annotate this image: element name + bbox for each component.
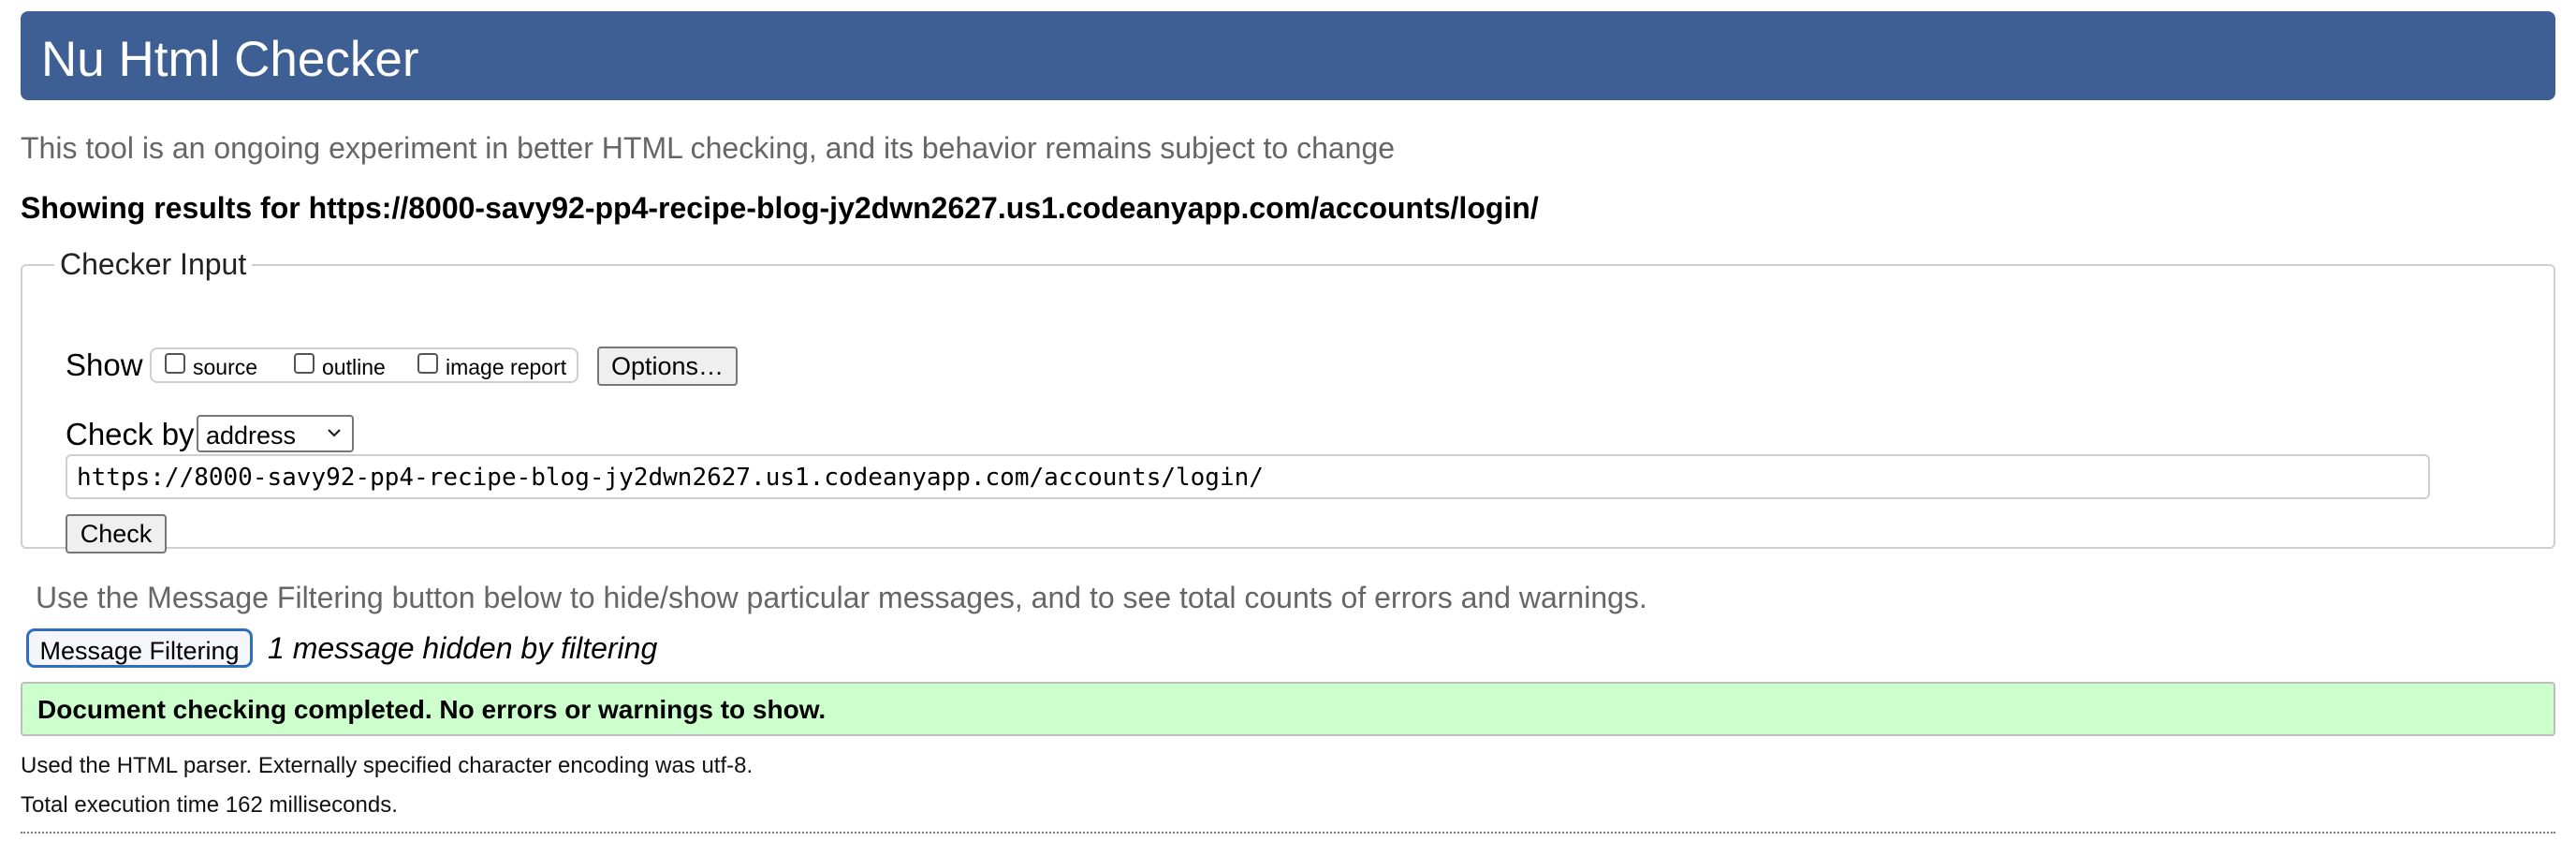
outline-checkbox-label[interactable]: outline bbox=[322, 357, 386, 378]
check-by-select[interactable]: address bbox=[197, 415, 354, 452]
checker-input-fieldset: Checker Input Show source outline image … bbox=[21, 247, 2555, 553]
divider bbox=[21, 832, 2555, 834]
source-checkbox-label[interactable]: source bbox=[193, 357, 257, 378]
success-message-box: Document checking completed. No errors o… bbox=[21, 682, 2555, 736]
success-message: Document checking completed. No errors o… bbox=[37, 695, 827, 724]
url-input[interactable]: https://8000-savy92-pp4-recipe-blog-jy2d… bbox=[66, 454, 2430, 499]
message-filtering-button[interactable]: Message Filtering bbox=[26, 628, 253, 668]
options-button[interactable]: Options… bbox=[597, 347, 738, 386]
tool-description: This tool is an ongoing experiment in be… bbox=[21, 131, 1396, 165]
hidden-messages-note: 1 message hidden by filtering bbox=[268, 631, 658, 665]
check-by-selected-value: address bbox=[206, 421, 297, 450]
parser-info: Used the HTML parser. Externally specifi… bbox=[21, 753, 754, 778]
check-by-label: Check by bbox=[66, 417, 195, 451]
app-header: Nu Html Checker bbox=[21, 11, 2555, 100]
source-checkbox[interactable] bbox=[165, 353, 185, 374]
url-input-value: https://8000-savy92-pp4-recipe-blog-jy2d… bbox=[77, 464, 1264, 492]
image-report-checkbox-label[interactable]: image report bbox=[446, 357, 566, 378]
results-heading: Showing results for https://8000-savy92-… bbox=[21, 191, 1539, 225]
execution-time: Total execution time 162 milliseconds. bbox=[21, 792, 398, 818]
show-label: Show bbox=[66, 347, 143, 382]
check-button[interactable]: Check bbox=[66, 514, 167, 553]
chevron-down-icon bbox=[328, 429, 341, 437]
message-filtering-button-label: Message Filtering bbox=[39, 637, 240, 665]
outline-checkbox[interactable] bbox=[294, 353, 315, 374]
show-options-group: source outline image report bbox=[150, 347, 578, 383]
image-report-checkbox[interactable] bbox=[417, 353, 438, 374]
filtering-hint: Use the Message Filtering button below t… bbox=[36, 581, 1647, 614]
checker-input-legend: Checker Input bbox=[60, 247, 247, 281]
page-title: Nu Html Checker bbox=[41, 32, 419, 87]
